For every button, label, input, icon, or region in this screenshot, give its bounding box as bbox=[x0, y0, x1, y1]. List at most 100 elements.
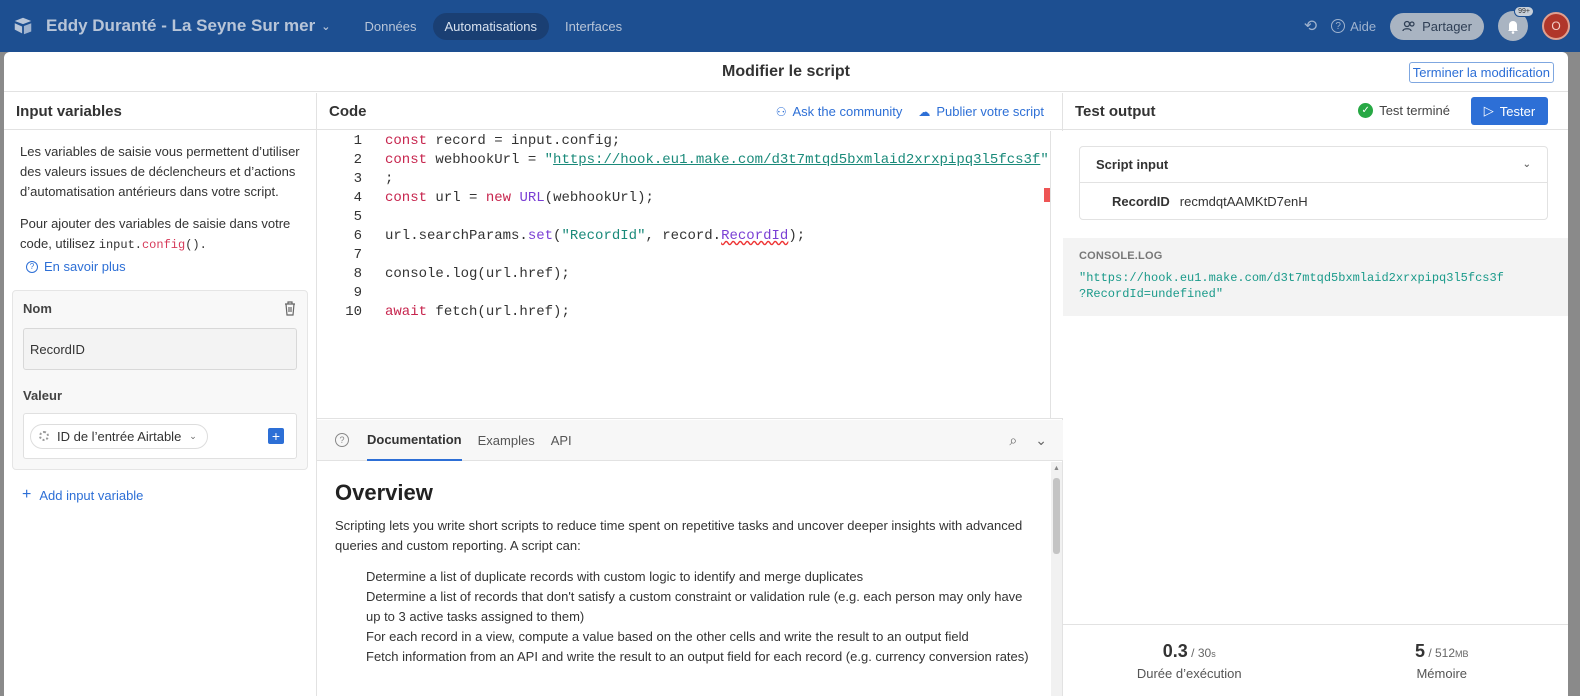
input-variable-card: Nom RecordID Valeur ID de l’entrée Airta… bbox=[12, 290, 308, 470]
add-token-button[interactable]: + bbox=[268, 428, 284, 444]
code-text: webhookUrl = bbox=[427, 152, 545, 168]
learn-more-link[interactable]: ? En savoir plus bbox=[4, 255, 316, 278]
tab-documentation[interactable]: Documentation bbox=[367, 420, 462, 461]
add-input-variable-label: Add input variable bbox=[39, 487, 144, 503]
avatar[interactable]: O bbox=[1542, 12, 1570, 40]
line-number: 4 bbox=[353, 190, 362, 206]
nav-automatisations[interactable]: Automatisations bbox=[432, 12, 550, 40]
name-label: Nom bbox=[23, 301, 52, 316]
help-button[interactable]: ? Aide bbox=[1331, 19, 1376, 34]
share-button[interactable]: Partager bbox=[1390, 12, 1484, 40]
duration-value-row: 0.3 / 30s bbox=[1163, 641, 1216, 662]
description-text: Les variables de saisie vous permettent … bbox=[20, 144, 300, 199]
panel-title: Input variables bbox=[4, 93, 316, 130]
list-item: Determine a list of records that don't s… bbox=[366, 589, 1023, 624]
notifications-button[interactable]: 99+ bbox=[1498, 6, 1534, 41]
console-title: CONSOLE.LOG bbox=[1079, 250, 1163, 262]
topbar-actions: ⟲ ? Aide Partager 99+ O bbox=[1304, 0, 1570, 52]
string-literal: "RecordId" bbox=[561, 228, 646, 244]
script-input-card: Script input ⌄ RecordID recmdqtAAMKtD7en… bbox=[1079, 146, 1548, 220]
code-title: Code bbox=[329, 102, 367, 120]
code-text: , record. bbox=[645, 228, 722, 244]
code-editor[interactable]: 1 2 3 4 5 6 7 8 9 10 const record = inpu… bbox=[317, 131, 1063, 419]
doc-intro: Scripting lets you write short scripts t… bbox=[335, 518, 1023, 553]
error-marker[interactable] bbox=[1044, 188, 1050, 202]
console-output: "https://hook.eu1.make.com/d3t7mtqd5bxml… bbox=[1079, 270, 1552, 302]
ask-community-label: Ask the community bbox=[792, 104, 903, 119]
string-url: https://hook.eu1.make.com/d3t7mtqd5bxmla… bbox=[553, 152, 1041, 168]
add-input-variable-button[interactable]: + Add input variable bbox=[4, 470, 316, 520]
people-icon bbox=[1402, 20, 1415, 32]
inline-code: input.config(). bbox=[99, 238, 207, 252]
finish-editing-button[interactable]: Terminer la modification bbox=[1408, 62, 1554, 83]
line-number: 3 bbox=[353, 171, 362, 187]
line-number: 8 bbox=[353, 266, 362, 282]
execution-stats: 0.3 / 30s Durée d’exécution 5 / 512MB Mé… bbox=[1063, 624, 1568, 696]
airtable-logo-icon[interactable] bbox=[12, 15, 34, 37]
base-name-menu[interactable]: Eddy Duranté - La Seyne Sur mer ⌄ bbox=[46, 16, 330, 36]
keyword: const bbox=[385, 152, 428, 168]
edit-script-modal: Modifier le script Terminer la modificat… bbox=[4, 52, 1568, 696]
list-item: For each record in a view, compute a val… bbox=[366, 629, 969, 644]
tab-examples[interactable]: Examples bbox=[478, 420, 535, 461]
help-icon: ? bbox=[1331, 19, 1346, 33]
test-output-header: Test output ✓ Test terminé ▷ Tester bbox=[1063, 93, 1568, 130]
run-test-button[interactable]: ▷ Tester bbox=[1471, 97, 1548, 125]
check-circle-icon: ✓ bbox=[1358, 103, 1374, 118]
console-line: ?RecordId=undefined" bbox=[1079, 287, 1224, 301]
script-input-header[interactable]: Script input ⌄ bbox=[1080, 147, 1547, 183]
nav-donnees[interactable]: Données bbox=[352, 13, 428, 40]
publish-script-link[interactable]: ☁ Publier votre script bbox=[918, 104, 1044, 119]
script-input-row: RecordID recmdqtAAMKtD7enH bbox=[1080, 183, 1547, 219]
code-line-3: ; bbox=[385, 171, 394, 187]
scroll-up-icon[interactable]: ▲ bbox=[1053, 465, 1060, 472]
chevron-down-icon[interactable]: ⌄ bbox=[1035, 432, 1047, 449]
variable-value-field[interactable]: ID de l’entrée Airtable ⌄ + bbox=[23, 413, 297, 459]
test-status: ✓ Test terminé bbox=[1358, 103, 1450, 118]
code-panel: Code ⚇ Ask the community ☁ Publier votre… bbox=[317, 93, 1063, 696]
tab-api[interactable]: API bbox=[551, 420, 572, 461]
inline-code-function: config bbox=[141, 238, 186, 252]
input-variables-description: Les variables de saisie vous permettent … bbox=[4, 130, 316, 255]
doc-actions: ⌕ ⌄ bbox=[1009, 432, 1047, 449]
value-token-dropdown[interactable]: ID de l’entrée Airtable ⌄ bbox=[30, 423, 208, 449]
line-number: 6 bbox=[353, 228, 362, 244]
documentation-tabs: ? Documentation Examples API ⌕ ⌄ bbox=[317, 420, 1063, 461]
trash-icon[interactable] bbox=[283, 300, 297, 316]
modal-title: Modifier le script bbox=[721, 62, 851, 80]
keyword: const bbox=[385, 133, 428, 149]
duration-unit: s bbox=[1211, 648, 1216, 659]
list-item: Determine a list of duplicate records wi… bbox=[366, 569, 864, 584]
value-token-label: ID de l’entrée Airtable bbox=[57, 428, 182, 444]
code-text: url.searchParams. bbox=[385, 228, 528, 244]
code-panel-header: Code ⚇ Ask the community ☁ Publier votre… bbox=[317, 93, 1062, 130]
history-icon[interactable]: ⟲ bbox=[1304, 16, 1317, 36]
ask-community-link[interactable]: ⚇ Ask the community bbox=[776, 104, 903, 119]
chevron-down-icon: ⌄ bbox=[1522, 159, 1531, 170]
nav-interfaces[interactable]: Interfaces bbox=[553, 13, 634, 40]
input-variables-panel: Input variables Les variables de saisie … bbox=[4, 93, 317, 696]
line-number: 9 bbox=[353, 285, 362, 301]
code-line-1: const record = input.config; bbox=[385, 133, 620, 149]
error-property[interactable]: RecordId bbox=[721, 228, 788, 244]
scroll-thumb[interactable] bbox=[1053, 478, 1060, 554]
script-input-title: Script input bbox=[1096, 157, 1169, 172]
code-text: (webhookUrl); bbox=[544, 190, 654, 206]
search-icon[interactable]: ⌕ bbox=[1009, 432, 1017, 449]
question-icon: ? bbox=[26, 260, 38, 273]
keyword: new bbox=[485, 190, 512, 206]
line-number: 2 bbox=[353, 152, 362, 168]
memory-max: / 512 bbox=[1424, 645, 1456, 660]
duration-label: Durée d’exécution bbox=[1136, 665, 1242, 681]
variable-name-input[interactable]: RecordID bbox=[23, 328, 297, 370]
memory-stat: 5 / 512MB Mémoire bbox=[1316, 625, 1569, 696]
duration-value: 0.3 bbox=[1162, 640, 1188, 661]
code-text: fetch(url.href); bbox=[427, 304, 570, 320]
fingerprint-icon bbox=[39, 431, 49, 441]
function-name: set bbox=[527, 228, 554, 244]
play-icon: ▷ bbox=[1483, 103, 1494, 118]
doc-scrollbar[interactable]: ▲ bbox=[1051, 462, 1062, 696]
editor-scrollbar[interactable] bbox=[1044, 131, 1051, 419]
inline-code-object: input. bbox=[98, 238, 142, 252]
modal-header: Modifier le script Terminer la modificat… bbox=[4, 52, 1568, 92]
